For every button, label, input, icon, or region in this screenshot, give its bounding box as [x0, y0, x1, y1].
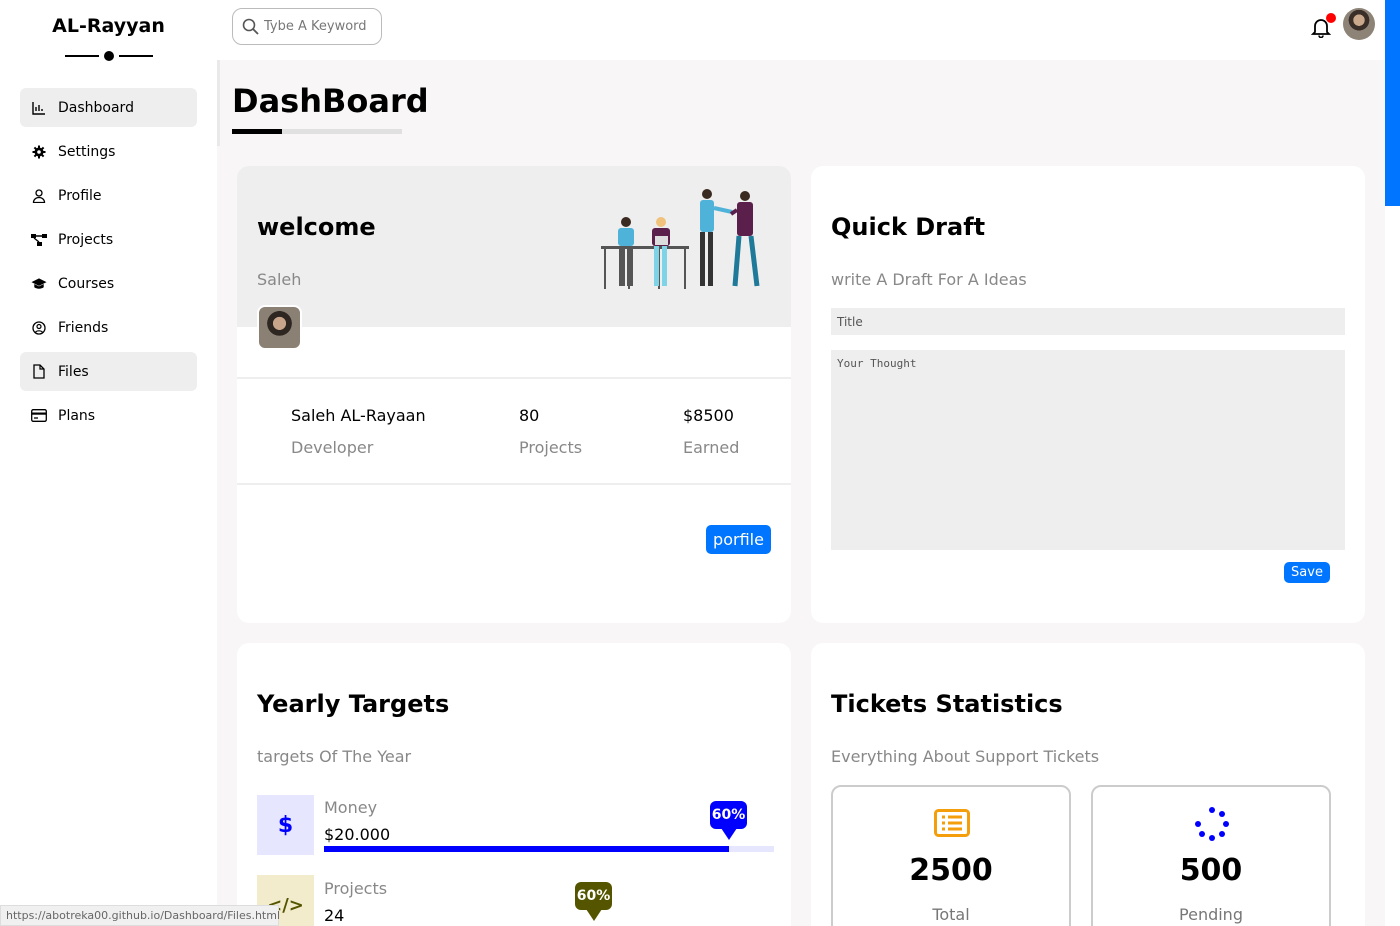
brand-divider-dot [104, 51, 114, 61]
user-full-name: Saleh AL-Rayaan [291, 406, 426, 425]
sidebar-item-label: Profile [58, 187, 102, 204]
status-bar-url: https://abotreka00.github.io/Dashboard/F… [0, 905, 280, 926]
draft-subtitle: write A Draft For A Ideas [831, 270, 1027, 289]
brand-name: AL-Rayyan [52, 15, 165, 37]
brand-divider-right [119, 55, 153, 57]
sidebar-item-label: Plans [58, 407, 96, 424]
sidebar-item-label: Courses [58, 275, 115, 292]
save-button[interactable]: Save [1284, 562, 1330, 583]
projects-count: 80 [519, 406, 540, 425]
title-placeholder: Title [837, 315, 863, 329]
credit-card-icon [31, 408, 47, 424]
divider [237, 377, 791, 379]
percent-badge: 60% [575, 882, 612, 921]
target-label: Money [324, 798, 378, 817]
welcome-card: welcome Saleh Saleh AL-Rayaan Developer … [237, 166, 791, 623]
progress-bar [324, 846, 729, 852]
sidebar-item-projects[interactable]: Projects [20, 220, 197, 259]
search-input[interactable]: Tybe A Keyword [232, 8, 382, 45]
title-underline-accent [232, 129, 282, 134]
list-icon [934, 809, 970, 837]
draft-thought-textarea[interactable]: Your Thought [831, 350, 1345, 550]
scrollbar-thumb[interactable] [1385, 0, 1400, 206]
user-circle-icon [31, 320, 47, 336]
sidebar-item-label: Dashboard [58, 99, 134, 116]
sidebar-item-files[interactable]: Files [20, 352, 197, 391]
avatar[interactable] [1343, 8, 1375, 40]
chart-icon [31, 100, 47, 116]
quick-draft-card: Quick Draft write A Draft For A Ideas Ti… [811, 166, 1365, 623]
sidebar-item-settings[interactable]: Settings [20, 132, 197, 171]
spinner-icon [1195, 807, 1229, 841]
profile-button[interactable]: porfile [706, 525, 771, 554]
yearly-targets-card: Yearly Targets targets Of The Year $ Mon… [237, 643, 791, 926]
sidebar-item-plans[interactable]: Plans [20, 396, 197, 435]
sidebar-item-courses[interactable]: Courses [20, 264, 197, 303]
top-header: Tybe A Keyword [217, 0, 1385, 60]
welcome-title: welcome [257, 213, 376, 241]
sidebar-item-label: Friends [58, 319, 109, 336]
user-icon [31, 188, 47, 204]
ticket-value: 500 [1179, 853, 1243, 888]
search-icon [242, 18, 259, 35]
targets-title: Yearly Targets [257, 690, 450, 718]
sidebar-item-label: Settings [58, 143, 116, 160]
ticket-label: Total [932, 905, 970, 924]
graduation-cap-icon [31, 276, 47, 292]
tickets-title: Tickets Statistics [831, 690, 1063, 718]
tickets-subtitle: Everything About Support Tickets [831, 747, 1100, 766]
target-value: $20.000 [324, 825, 391, 844]
tickets-statistics-card: Tickets Statistics Everything About Supp… [811, 643, 1365, 926]
search-placeholder: Tybe A Keyword [264, 19, 367, 34]
divider [237, 483, 791, 485]
ticket-value: 2500 [909, 853, 993, 888]
diagram-icon [31, 232, 47, 248]
sidebar-item-label: Projects [58, 231, 114, 248]
brand-divider-left [65, 55, 99, 57]
notification-dot [1326, 13, 1336, 23]
welcome-name: Saleh [257, 270, 302, 289]
projects-label: Projects [519, 438, 583, 457]
target-label: Projects [324, 879, 388, 898]
target-value: 24 [324, 906, 345, 925]
earned-label: Earned [683, 438, 740, 457]
team-illustration [601, 189, 760, 289]
draft-title: Quick Draft [831, 213, 986, 241]
targets-subtitle: targets Of The Year [257, 747, 412, 766]
file-icon [31, 364, 47, 380]
ticket-stat-total: 2500 Total [831, 785, 1071, 926]
gear-icon [31, 144, 47, 160]
ticket-label: Pending [1179, 905, 1243, 924]
thought-placeholder: Your Thought [837, 357, 917, 370]
earned-amount: $8500 [683, 406, 734, 425]
sidebar-item-friends[interactable]: Friends [20, 308, 197, 347]
sidebar-item-profile[interactable]: Profile [20, 176, 197, 215]
draft-title-input[interactable]: Title [831, 308, 1345, 335]
sidebar-item-label: Files [58, 363, 89, 380]
ticket-stat-pending: 500 Pending [1091, 785, 1331, 926]
dollar-icon: $ [257, 795, 314, 855]
avatar [257, 305, 302, 350]
sidebar-item-dashboard[interactable]: Dashboard [20, 88, 197, 127]
sidebar: AL-Rayyan Dashboard Settings Profile Pro… [0, 0, 217, 926]
user-role: Developer [291, 438, 374, 457]
percent-badge: 60% [710, 801, 747, 840]
page-title: DashBoard [232, 82, 429, 120]
sidebar-nav: Dashboard Settings Profile Projects Cour… [20, 88, 197, 440]
